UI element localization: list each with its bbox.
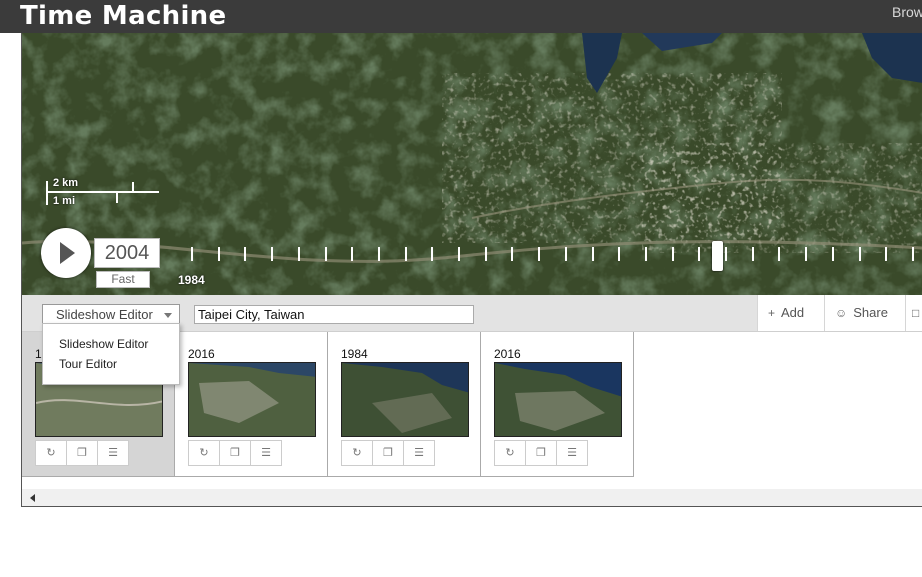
timeline-tick[interactable] (405, 247, 407, 261)
keyframe-actions: ↻ ❐ ☰ (341, 440, 437, 466)
comment-icon[interactable]: ☰ (97, 440, 129, 466)
timeline-tick[interactable] (244, 247, 246, 261)
app-header: Time Machine Brow (0, 0, 922, 33)
current-year-display: 2004 (94, 238, 160, 268)
scroll-left-arrow-icon[interactable] (30, 494, 35, 502)
timeline-tick[interactable] (805, 247, 807, 261)
copy-icon[interactable]: ❐ (219, 440, 251, 466)
keyframe-actions: ↻ ❐ ☰ (494, 440, 590, 466)
sync-icon[interactable]: ↻ (494, 440, 526, 466)
folder-icon: □ (912, 306, 920, 320)
timeline-tick[interactable] (645, 247, 647, 261)
timeline-tick[interactable] (218, 247, 220, 261)
play-icon (60, 242, 75, 264)
timeline-tick[interactable] (592, 247, 594, 261)
keyframe-year: 2016 (188, 347, 215, 361)
chevron-down-icon (164, 313, 172, 318)
timeline-tick[interactable] (351, 247, 353, 261)
copy-icon[interactable]: ❐ (525, 440, 557, 466)
keyframe-actions: ↻ ❐ ☰ (35, 440, 131, 466)
map-scale-bar: 2 km 1 mi (46, 177, 166, 208)
editor-mode-select[interactable]: Slideshow Editor (42, 304, 180, 325)
keyframe-thumbnail[interactable] (188, 362, 316, 437)
sync-icon[interactable]: ↻ (35, 440, 67, 466)
timeline-tick[interactable] (778, 247, 780, 261)
dropdown-option-tour-editor[interactable]: Tour Editor (59, 357, 117, 371)
thumbnail-image (189, 363, 315, 436)
share-icon: ☺ (835, 306, 848, 320)
keyframe-thumbnail[interactable] (494, 362, 622, 437)
share-button-label: Share (853, 305, 888, 320)
keyframe-scrollbar[interactable] (22, 489, 922, 506)
share-button[interactable]: ☺ Share (824, 295, 905, 331)
sync-icon[interactable]: ↻ (341, 440, 373, 466)
timeline-tick[interactable] (298, 247, 300, 261)
dropdown-option-slideshow-editor[interactable]: Slideshow Editor (59, 337, 148, 351)
thumbnail-image (495, 363, 621, 436)
location-search-input[interactable] (194, 305, 474, 324)
timeline-start-year: 1984 (178, 273, 205, 287)
keyframe-card[interactable]: 2016 ↻ ❐ ☰ (481, 332, 634, 477)
scale-km-label: 2 km (53, 177, 79, 189)
comment-icon[interactable]: ☰ (403, 440, 435, 466)
thumbnail-image (342, 363, 468, 436)
keyframe-year: 2016 (494, 347, 521, 361)
timeline-tick[interactable] (832, 247, 834, 261)
comment-icon[interactable]: ☰ (556, 440, 588, 466)
add-button[interactable]: + Add (757, 295, 824, 331)
timeline-tick[interactable] (698, 247, 700, 261)
timeline-tick[interactable] (325, 247, 327, 261)
timeline-tick[interactable] (672, 247, 674, 261)
timeline-tick[interactable] (618, 247, 620, 261)
keyframe-thumbnail[interactable] (341, 362, 469, 437)
comment-icon[interactable]: ☰ (250, 440, 282, 466)
timeline-tick[interactable] (431, 247, 433, 261)
copy-icon[interactable]: ❐ (66, 440, 98, 466)
timeline-tick[interactable] (271, 247, 273, 261)
timeline-tick[interactable] (191, 247, 193, 261)
keyframe-card[interactable]: 1984 ↻ ❐ ☰ (328, 332, 481, 477)
satellite-map[interactable]: 2 km 1 mi 2004 Fast 1984 (22, 33, 922, 295)
play-button[interactable] (41, 228, 91, 278)
plus-icon: + (768, 306, 776, 320)
timeline-tick[interactable] (458, 247, 460, 261)
timeline-tick[interactable] (752, 247, 754, 261)
timeline-tick[interactable] (511, 247, 513, 261)
copy-icon[interactable]: ❐ (372, 440, 404, 466)
timeline-thumb[interactable] (712, 241, 723, 271)
add-button-label: Add (781, 305, 805, 320)
playback-speed-toggle[interactable]: Fast (96, 271, 150, 288)
sync-icon[interactable]: ↻ (188, 440, 220, 466)
scale-mi-label: 1 mi (53, 195, 76, 207)
timeline-tick[interactable] (378, 247, 380, 261)
editor-mode-dropdown: Slideshow Editor Tour Editor (42, 323, 180, 385)
keyframe-actions: ↻ ❐ ☰ (188, 440, 284, 466)
browse-link[interactable]: Brow (892, 4, 922, 20)
time-machine-viewer: 2 km 1 mi 2004 Fast 1984 Slideshow Edito… (21, 33, 922, 507)
folder-button[interactable]: □ (905, 295, 922, 331)
app-title[interactable]: Time Machine (20, 0, 226, 32)
keyframe-year: 1984 (341, 347, 368, 361)
timeline-tick[interactable] (485, 247, 487, 261)
timeline-tick[interactable] (565, 247, 567, 261)
timeline-tick[interactable] (538, 247, 540, 261)
timeline-tick[interactable] (725, 247, 727, 261)
keyframe-card[interactable]: 2016 ↻ ❐ ☰ (175, 332, 328, 477)
timeline-tick[interactable] (912, 247, 914, 261)
timeline-tick[interactable] (885, 247, 887, 261)
timeline-tick[interactable] (859, 247, 861, 261)
editor-mode-label: Slideshow Editor (56, 307, 153, 322)
timeline-slider[interactable] (182, 241, 922, 271)
